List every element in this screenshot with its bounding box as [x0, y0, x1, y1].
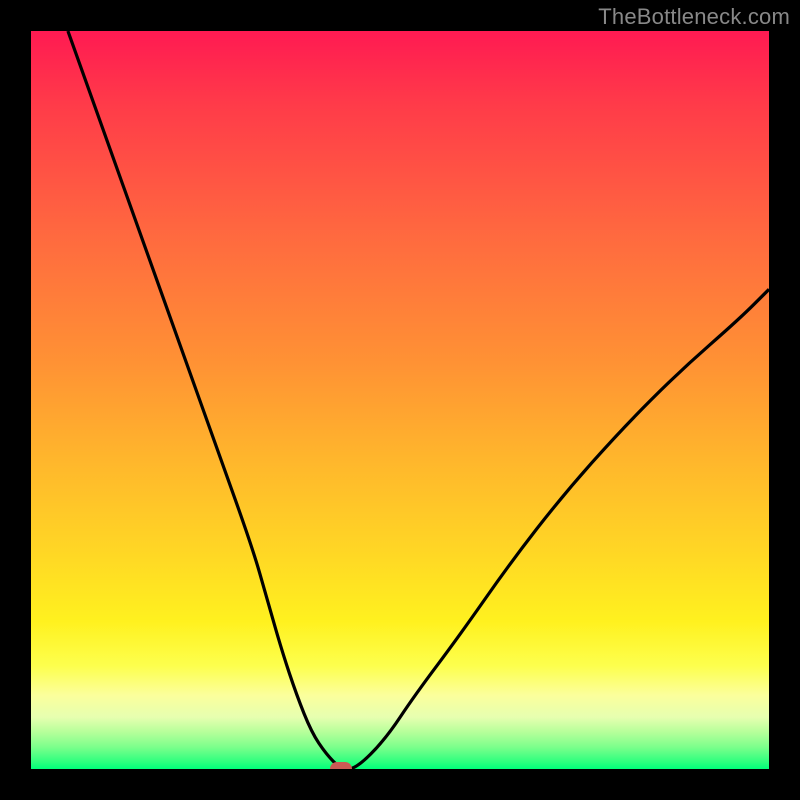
bottleneck-marker [330, 762, 352, 769]
plot-area [31, 31, 769, 769]
heat-gradient-background [31, 31, 769, 769]
chart-frame: TheBottleneck.com [0, 0, 800, 800]
watermark-text: TheBottleneck.com [598, 4, 790, 30]
